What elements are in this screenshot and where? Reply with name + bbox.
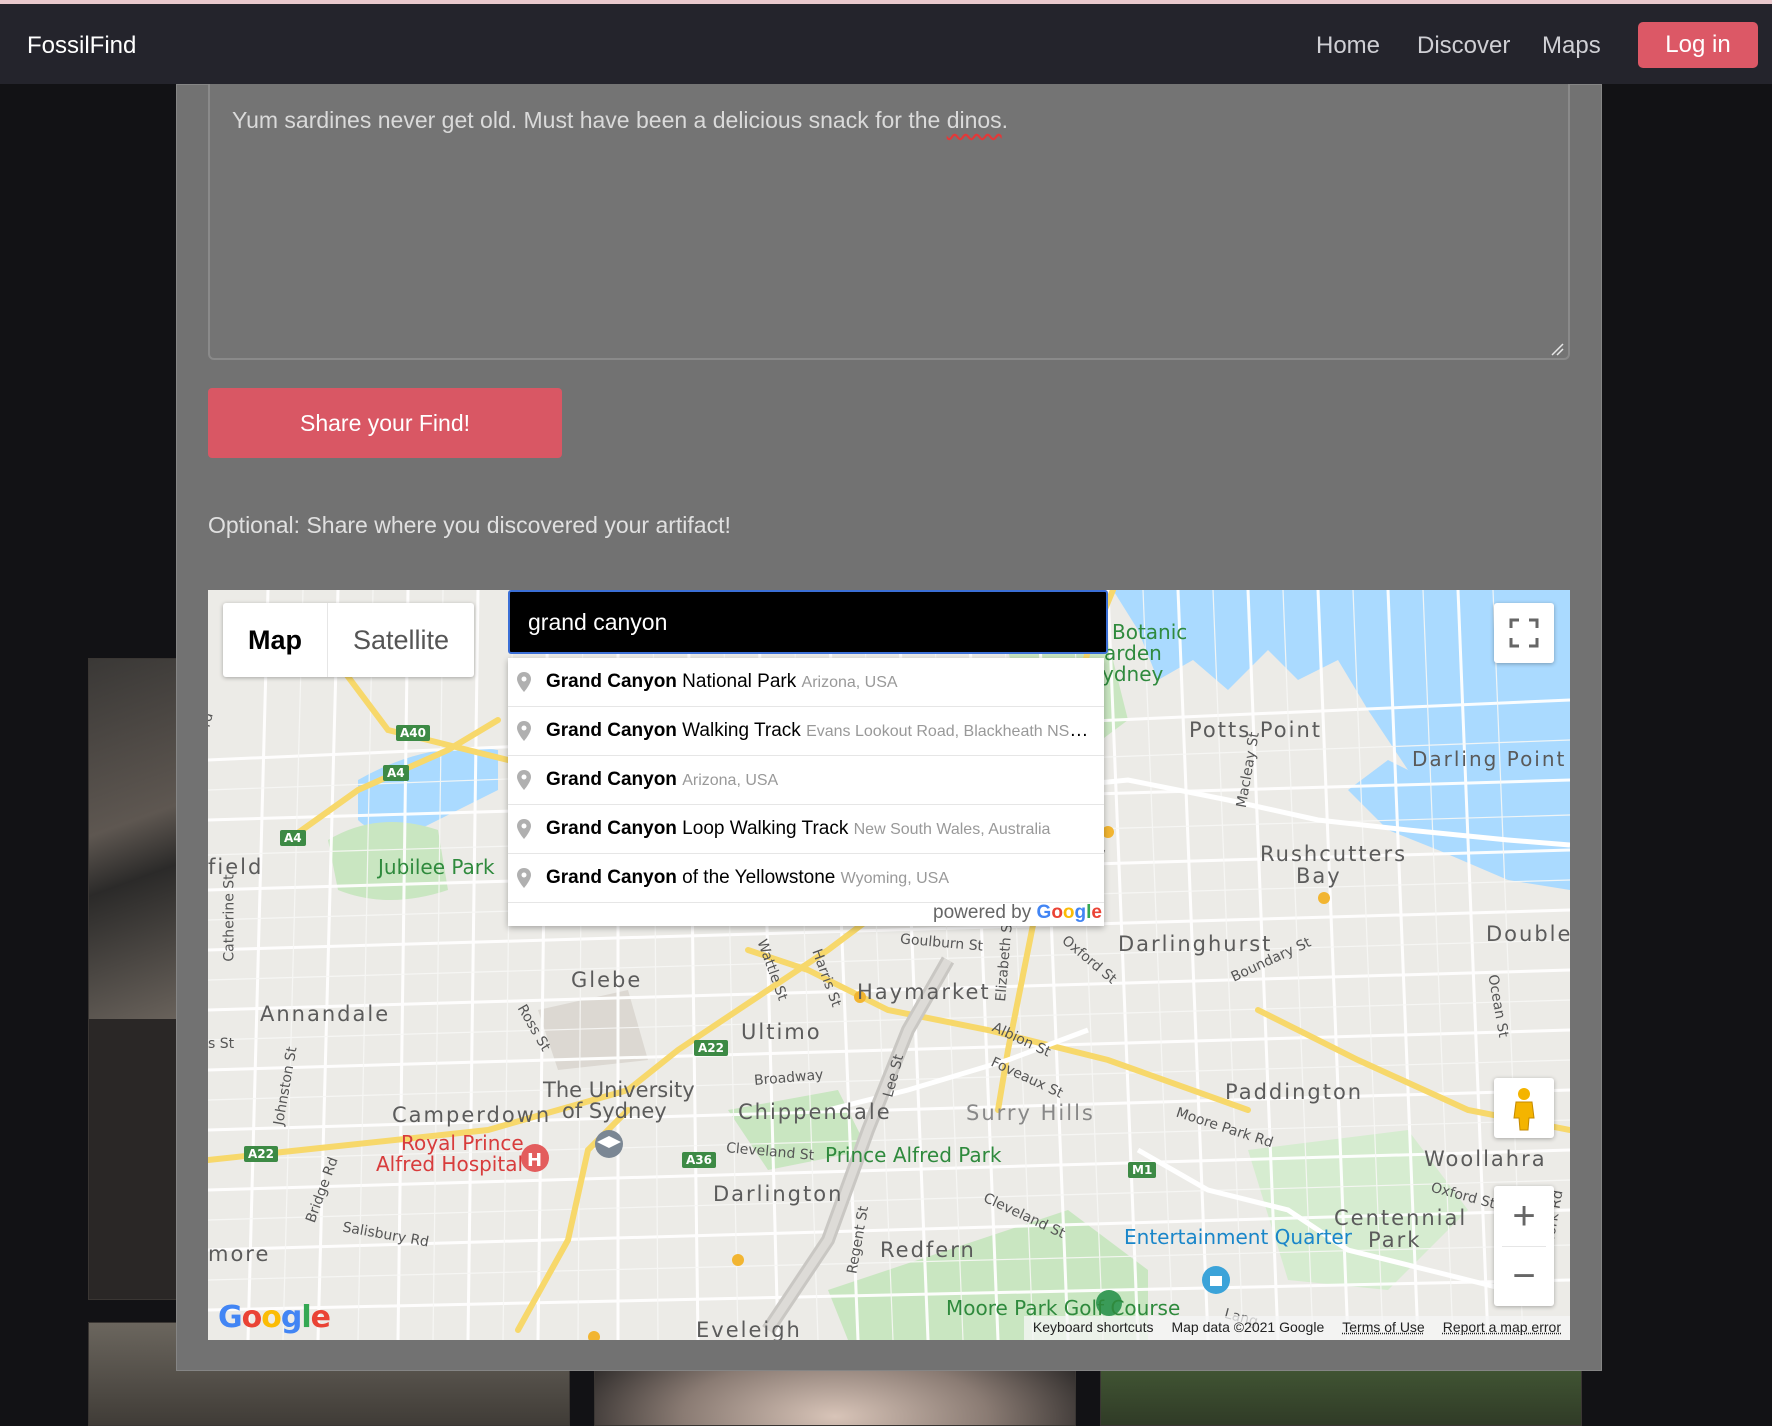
- route-shield-a40: A40: [396, 725, 430, 741]
- suggestion-item[interactable]: Grand Canyon Walking Track Evans Lookout…: [508, 707, 1104, 756]
- map-label-rushcutters: Rushcutters: [1260, 842, 1408, 866]
- suggestion-item[interactable]: Grand Canyon Arizona, USA: [508, 756, 1104, 805]
- map-label-eveleigh: Eveleigh: [696, 1318, 802, 1340]
- map-label-entertainment: Entertainment Quarter: [1124, 1225, 1352, 1249]
- street-catherine: Catherine St: [221, 874, 238, 962]
- location-pin-icon: [517, 721, 531, 741]
- map-label-ultimo: Ultimo: [741, 1020, 822, 1044]
- map-label-bay: Bay: [1296, 864, 1342, 888]
- route-shield-a36: A36: [682, 1152, 716, 1168]
- background-card-photo: [89, 659, 187, 1019]
- report-map-error-link[interactable]: Report a map error: [1434, 1316, 1570, 1340]
- suggestion-item[interactable]: Grand Canyon Loop Walking Track New Sout…: [508, 805, 1104, 854]
- map-label-paddington: Paddington: [1225, 1080, 1364, 1104]
- map-type-map-button[interactable]: Map: [223, 603, 327, 677]
- map-label-surry-hills: Surry Hills: [966, 1101, 1095, 1125]
- location-search-input[interactable]: grand canyon: [508, 590, 1108, 654]
- description-text: Yum sardines never get old. Must have be…: [232, 107, 1009, 133]
- powered-google-logo: Google: [1036, 902, 1102, 923]
- route-shield-a4-2: A4: [280, 830, 306, 846]
- map-label-uni-2: of Sydney: [562, 1099, 667, 1123]
- fullscreen-button[interactable]: [1494, 603, 1554, 663]
- zoom-out-button[interactable]: −: [1494, 1246, 1554, 1306]
- svg-text:H: H: [527, 1150, 542, 1171]
- map-label-rpa-2: Alfred Hospital: [376, 1152, 524, 1176]
- map-label-jubilee-park: Jubilee Park: [378, 855, 495, 879]
- map-label-darlington: Darlington: [713, 1182, 844, 1206]
- optional-location-label: Optional: Share where you discovered you…: [208, 512, 731, 538]
- zoom-in-button[interactable]: +: [1494, 1186, 1554, 1246]
- map-label-haymarket: Haymarket: [857, 980, 991, 1004]
- map-type-satellite-button[interactable]: Satellite: [327, 603, 474, 677]
- location-pin-icon: [517, 770, 531, 790]
- map-data-attribution: Map data ©2021 Google: [1171, 1319, 1325, 1335]
- street-view-pegman-button[interactable]: [1494, 1078, 1554, 1138]
- map-label-sydney: ydney: [1102, 662, 1164, 686]
- route-shield-a22-2: A22: [694, 1040, 728, 1056]
- fullscreen-icon: [1509, 618, 1539, 648]
- terms-of-use-link[interactable]: Terms of Use: [1333, 1316, 1433, 1340]
- misspelled-word: dinos: [946, 107, 1002, 133]
- google-logo: Google: [218, 1300, 331, 1335]
- map-label-glebe: Glebe: [571, 968, 643, 992]
- nav-maps[interactable]: Maps: [1542, 32, 1601, 60]
- zoom-separator: [1502, 1246, 1546, 1247]
- map-footer: Keyboard shortcuts Map data ©2021 Google…: [1023, 1316, 1570, 1340]
- street-s: s St: [208, 1036, 235, 1052]
- navbar: FossilFind Home Discover Maps Log in: [0, 4, 1772, 84]
- zoom-control: + −: [1494, 1186, 1554, 1306]
- keyboard-shortcuts-link[interactable]: Keyboard shortcuts: [1024, 1316, 1163, 1340]
- map-label-darlinghurst: Darlinghurst: [1118, 932, 1273, 956]
- map-label-camperdown: Camperdown: [392, 1103, 552, 1127]
- route-shield-m1: M1: [1128, 1162, 1157, 1178]
- brand-logo[interactable]: FossilFind: [27, 32, 136, 60]
- login-button[interactable]: Log in: [1638, 22, 1758, 68]
- map-label-darling-point: Darling Point: [1412, 747, 1567, 771]
- autocomplete-dropdown: Grand Canyon National Park Arizona, USA …: [508, 658, 1104, 926]
- map-label-more: more: [208, 1242, 271, 1266]
- map-label-chippendale: Chippendale: [738, 1100, 892, 1124]
- nav-home[interactable]: Home: [1316, 32, 1380, 60]
- share-find-button[interactable]: Share your Find!: [208, 388, 562, 458]
- map-label-woollahra: Woollahra: [1424, 1147, 1547, 1171]
- powered-by-google: powered by Google: [933, 902, 1102, 923]
- map-label-centennial-2: Park: [1368, 1228, 1422, 1252]
- map-label-double: Double: [1486, 922, 1570, 946]
- location-pin-icon: [517, 819, 531, 839]
- map-label-redfern: Redfern: [880, 1238, 976, 1262]
- route-shield-a4: A4: [383, 765, 409, 781]
- map-label-centennial-1: Centennial: [1334, 1206, 1468, 1230]
- suggestion-item[interactable]: Grand Canyon of the Yellowstone Wyoming,…: [508, 854, 1104, 903]
- location-pin-icon: [517, 868, 531, 888]
- map-label-prince-alfred-park: Prince Alfred Park: [825, 1143, 1002, 1167]
- map-type-control: Map Satellite: [223, 603, 475, 677]
- route-shield-a22: A22: [244, 1146, 278, 1162]
- map-label-annandale: Annandale: [260, 1002, 391, 1026]
- background-card-1: [88, 658, 188, 1300]
- pegman-icon: [1513, 1088, 1535, 1131]
- suggestion-item[interactable]: Grand Canyon National Park Arizona, USA: [508, 658, 1104, 707]
- resize-handle-icon[interactable]: [1550, 342, 1564, 356]
- location-pin-icon: [517, 672, 531, 692]
- nav-discover[interactable]: Discover: [1417, 32, 1510, 60]
